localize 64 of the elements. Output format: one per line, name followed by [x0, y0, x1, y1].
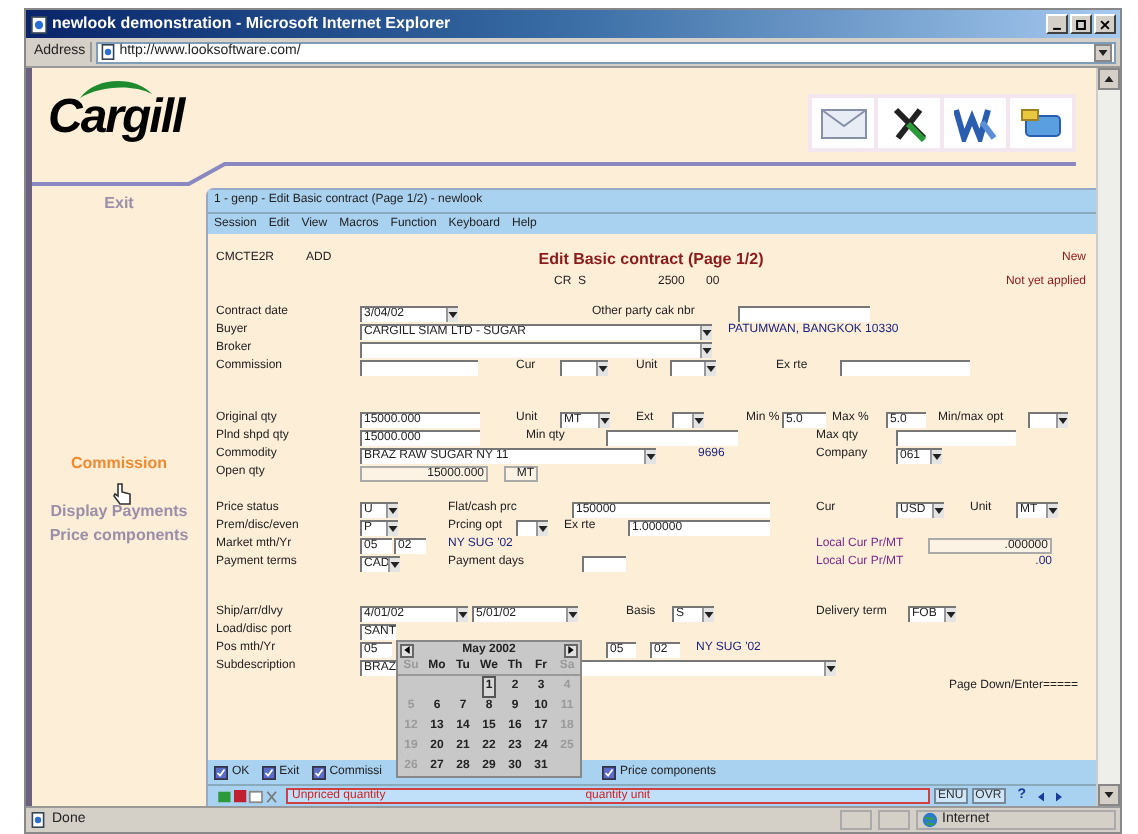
next-arrow-icon[interactable]	[1055, 791, 1062, 801]
caret-icon	[702, 347, 712, 353]
status-lights-icon	[214, 789, 282, 803]
spreadsheet-icon[interactable]	[878, 98, 940, 148]
previous-arrow-icon[interactable]	[1037, 791, 1044, 801]
caret-icon	[704, 611, 714, 617]
caret-icon	[694, 417, 704, 423]
restore-button[interactable]	[1070, 14, 1092, 34]
caret-icon	[448, 311, 458, 317]
dropdown[interactable]	[670, 359, 716, 375]
caret-icon	[932, 453, 942, 459]
company-logo: Cargill	[48, 90, 184, 144]
caret-icon	[538, 525, 548, 531]
caret-icon	[946, 611, 956, 617]
caret-icon	[934, 507, 944, 513]
dropdown[interactable]	[560, 359, 608, 375]
caret-icon	[702, 329, 712, 335]
up-arrow-icon	[1104, 76, 1114, 82]
hand-cursor-icon	[112, 482, 132, 506]
checkmark-icon	[311, 765, 326, 779]
close-icon	[1098, 17, 1112, 31]
caret-icon	[600, 417, 610, 423]
caret-icon	[1104, 792, 1114, 798]
caret-icon	[706, 365, 716, 371]
restore-icon	[1074, 17, 1088, 31]
status-pane	[878, 810, 910, 830]
input-field[interactable]	[360, 359, 478, 375]
minimize-button[interactable]	[1046, 14, 1068, 34]
caret-icon	[826, 665, 836, 671]
input-field[interactable]	[582, 555, 626, 571]
window-title: newlook demonstration - Microsoft Internet Explorer	[52, 12, 451, 36]
close-button[interactable]	[1094, 14, 1116, 34]
checkmark-icon	[214, 765, 228, 779]
input-field[interactable]	[840, 359, 970, 375]
leaf-logo-icon	[76, 76, 156, 100]
caret-icon	[388, 507, 398, 513]
next-month-button[interactable]	[564, 643, 578, 657]
caret-icon	[388, 525, 398, 531]
previous-month-button[interactable]	[400, 643, 414, 657]
input-field[interactable]	[896, 429, 1016, 445]
caret-icon	[568, 611, 578, 617]
document-icon[interactable]	[944, 98, 1006, 148]
input-field[interactable]	[606, 429, 738, 445]
caret-icon	[390, 561, 400, 567]
page-icon	[30, 812, 46, 828]
screen-heading: Edit Basic contract (Page 1/2)	[538, 247, 764, 271]
page-icon	[99, 44, 116, 60]
dropdown[interactable]	[1028, 411, 1068, 427]
caret-icon	[646, 453, 656, 459]
status-pane	[840, 810, 872, 830]
dropdown[interactable]	[672, 411, 704, 427]
browser-icon	[30, 15, 48, 33]
caret-icon	[598, 365, 608, 371]
checkmark-icon	[602, 765, 617, 779]
caret-icon	[458, 611, 468, 617]
vertical-scrollbar[interactable]	[1096, 68, 1120, 806]
caret-icon	[1058, 417, 1068, 423]
caret-icon	[1048, 507, 1058, 513]
dropdown[interactable]	[516, 519, 548, 535]
monitor-icon[interactable]	[1010, 98, 1072, 148]
caret-icon	[1098, 49, 1108, 55]
globe-icon	[922, 812, 938, 828]
checkmark-icon	[261, 765, 276, 779]
input-field[interactable]	[738, 305, 870, 321]
